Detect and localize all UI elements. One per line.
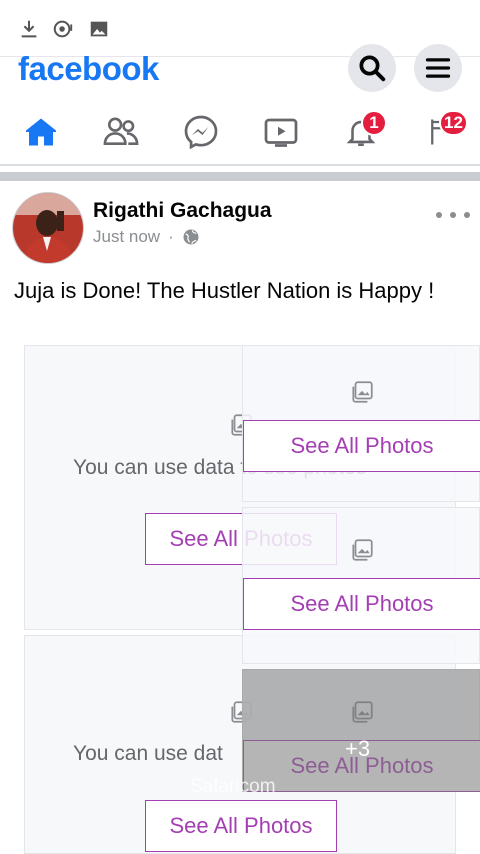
- post-meta: Just now ·: [93, 227, 200, 247]
- download-icon: [21, 20, 37, 38]
- tab-bar: 1 12: [0, 100, 480, 166]
- friends-icon: [103, 117, 139, 146]
- facebook-logo[interactable]: facebook: [18, 50, 159, 88]
- more-dot: [450, 212, 456, 218]
- tab-friends[interactable]: [91, 108, 151, 156]
- tab-messenger[interactable]: [171, 108, 231, 156]
- search-button[interactable]: [348, 44, 396, 92]
- feed-divider: [0, 172, 480, 181]
- messenger-icon: [184, 115, 218, 150]
- globe-icon: [183, 229, 199, 245]
- tab-more[interactable]: 12: [411, 108, 471, 156]
- menu-icon: [425, 58, 451, 78]
- post-header: Rigathi Gachagua Just now ·: [0, 185, 480, 265]
- photo-placeholder-icon: [352, 381, 373, 403]
- tab-home[interactable]: [11, 108, 71, 156]
- tab-notifications[interactable]: 1: [331, 108, 391, 156]
- photo-tile-3[interactable]: See All Photos: [242, 345, 480, 502]
- watch-icon: [264, 118, 298, 147]
- menu-badge: 12: [439, 110, 468, 136]
- see-all-photos-button[interactable]: See All Photos: [243, 578, 480, 630]
- more-photos-count: +3: [345, 736, 371, 761]
- menu-button[interactable]: [414, 44, 462, 92]
- avatar-image: [13, 193, 83, 263]
- post-author[interactable]: Rigathi Gachagua: [93, 199, 272, 223]
- post-options-button[interactable]: [436, 205, 470, 225]
- notification-badge: 1: [361, 110, 387, 136]
- sync-icon: [53, 20, 73, 38]
- search-icon: [359, 55, 386, 82]
- more-dot: [436, 212, 442, 218]
- image-icon: [90, 21, 108, 37]
- watermark: Safaricom: [190, 776, 276, 797]
- avatar[interactable]: [12, 192, 84, 264]
- post-text: Juja is Done! The Hustler Nation is Happ…: [14, 278, 435, 303]
- app-header: facebook: [0, 44, 480, 96]
- see-all-photos-button[interactable]: See All Photos: [145, 800, 337, 852]
- more-dot: [464, 212, 470, 218]
- see-all-photos-button[interactable]: See All Photos: [243, 420, 480, 472]
- meta-separator: ·: [168, 227, 174, 246]
- post-time[interactable]: Just now: [93, 227, 160, 247]
- data-message: You can use dat: [73, 742, 223, 765]
- photo-placeholder-icon: [352, 539, 373, 561]
- photo-tile-4[interactable]: See All Photos: [242, 507, 480, 664]
- home-icon: [26, 118, 56, 146]
- tab-watch[interactable]: [251, 108, 311, 156]
- more-photos-overlay[interactable]: [242, 669, 480, 792]
